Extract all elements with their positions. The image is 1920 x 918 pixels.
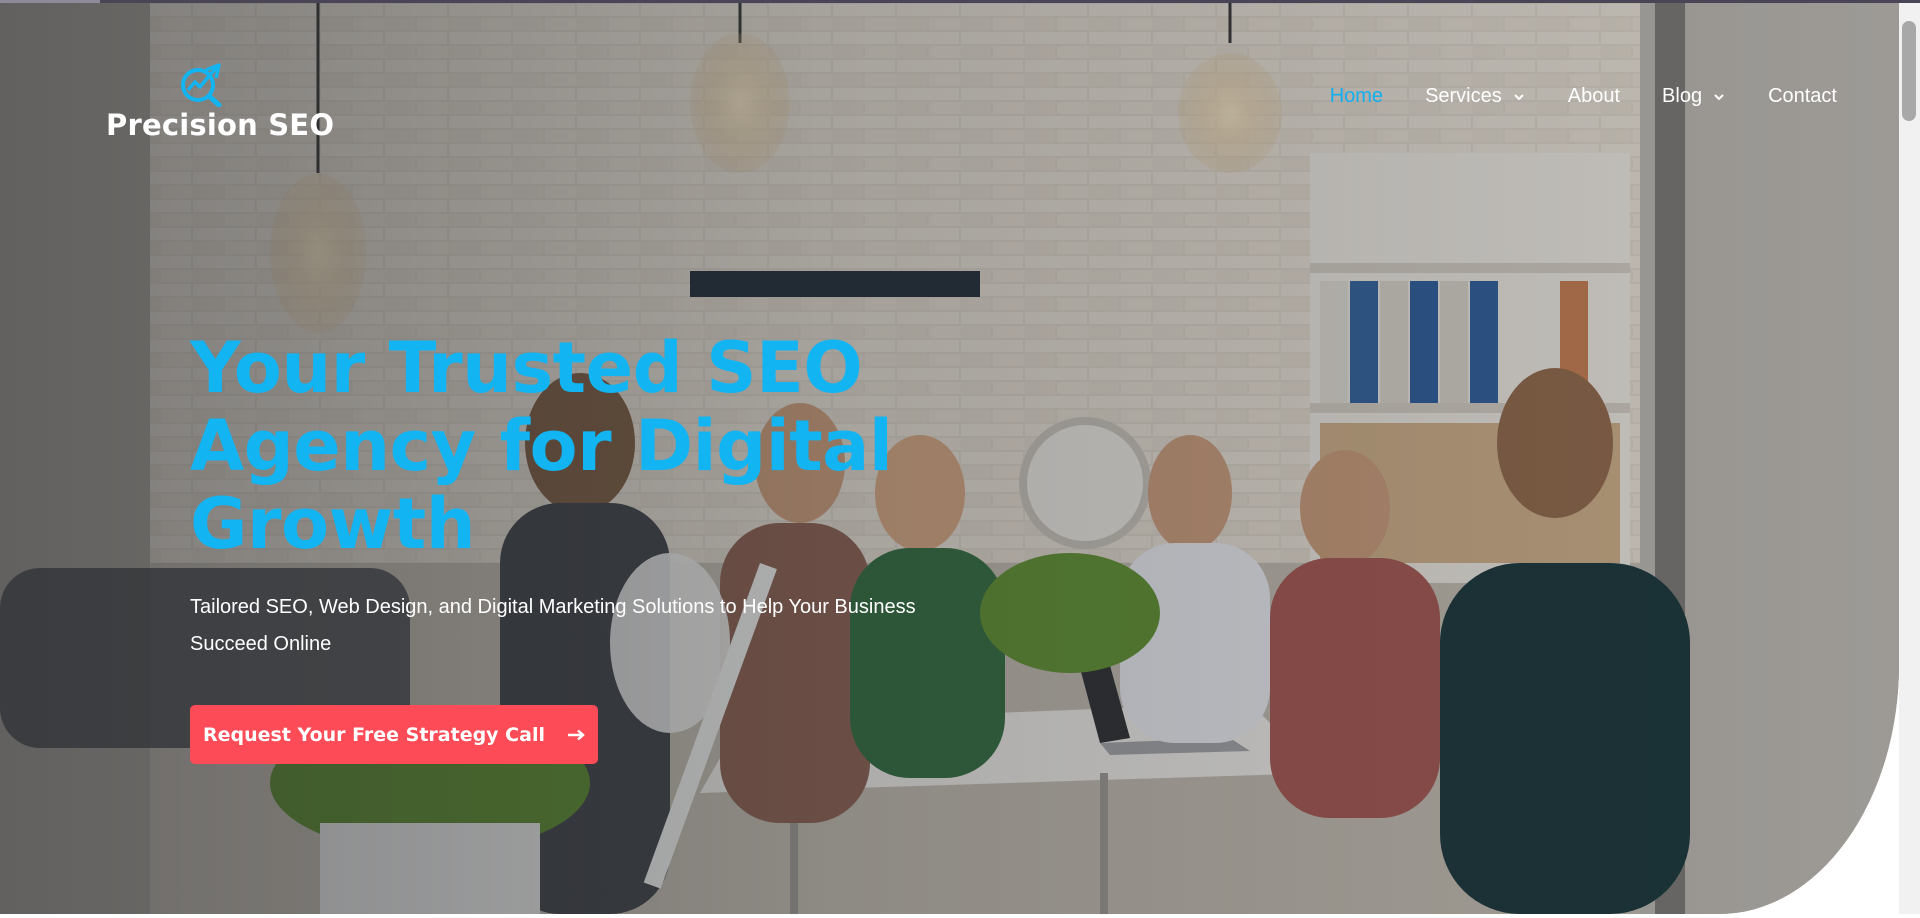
nav-item-label: About xyxy=(1567,85,1621,107)
hero-headline: Your Trusted SEO Agency for Digital Grow… xyxy=(190,329,950,563)
nav-item-blog[interactable]: Blog xyxy=(1662,85,1726,108)
nav-item-label: Services xyxy=(1425,85,1502,107)
nav-item-home[interactable]: Home xyxy=(1330,85,1383,108)
nav-item-contact[interactable]: Contact xyxy=(1768,85,1837,108)
nav-item-label: Blog xyxy=(1662,85,1703,107)
chart-growth-search-icon xyxy=(181,63,222,107)
hero-section: Precision SEO Home Services About Blog C… xyxy=(0,3,1899,914)
nav-item-label: Home xyxy=(1329,85,1384,107)
free-strategy-call-button[interactable]: Request Your Free Strategy Call xyxy=(190,705,598,764)
chevron-down-icon xyxy=(1514,93,1524,100)
brand-name: Precision SEO xyxy=(106,108,335,142)
page-scrollbar[interactable] xyxy=(1899,3,1920,914)
hero-headline-line: Agency for Digital xyxy=(190,405,893,487)
nav-item-services[interactable]: Services xyxy=(1425,85,1526,108)
main-nav: Home Services About Blog Contact xyxy=(1288,85,1837,108)
site-logo[interactable]: Precision SEO xyxy=(106,61,334,145)
hero-headline-line: Growth xyxy=(190,483,476,565)
arrow-right-icon xyxy=(567,729,585,740)
chevron-down-icon xyxy=(1714,93,1724,100)
nav-item-label: Contact xyxy=(1768,85,1837,107)
cta-label: Request Your Free Strategy Call xyxy=(203,723,545,746)
scrollbar-thumb[interactable] xyxy=(1902,21,1916,121)
hero-subtitle: Tailored SEO, Web Design, and Digital Ma… xyxy=(190,596,916,655)
hero-headline-line: Your Trusted SEO xyxy=(190,327,863,409)
nav-item-about[interactable]: About xyxy=(1568,85,1620,108)
